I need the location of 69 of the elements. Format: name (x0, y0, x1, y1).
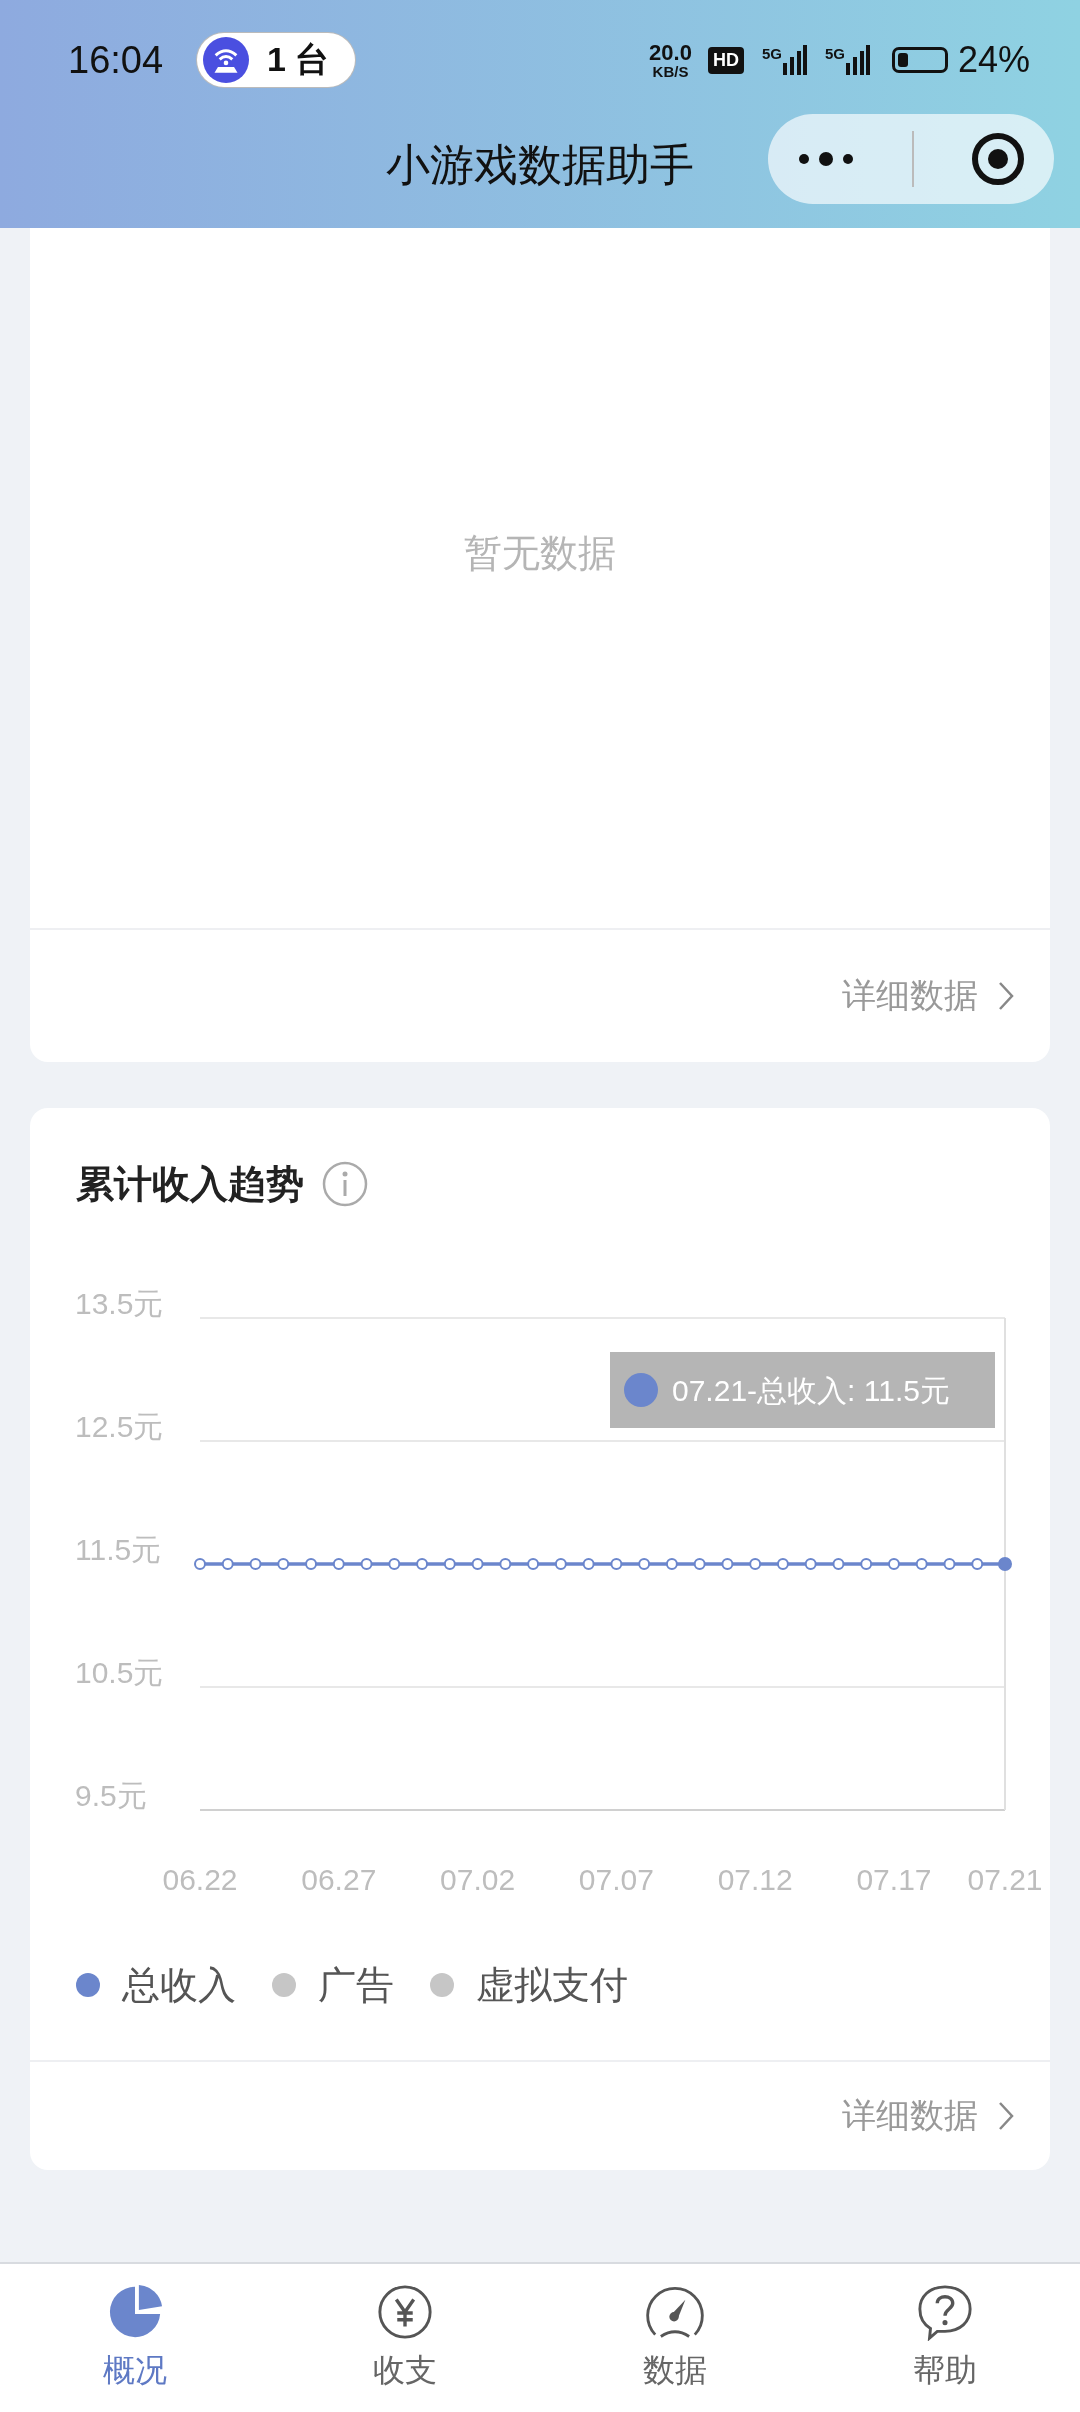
help-icon (916, 2283, 974, 2341)
data-point (776, 1558, 789, 1570)
data-point (943, 1558, 956, 1570)
data-point (887, 1558, 900, 1570)
x-axis-label: 07.21 (967, 1863, 1043, 1896)
data-point (499, 1558, 512, 1570)
legend-item[interactable]: 虚拟支付 (430, 1959, 628, 2011)
signal-indicator: 5G (761, 45, 807, 75)
status-time: 16:04 (68, 38, 164, 82)
hd-badge: HD (707, 46, 744, 74)
data-point (221, 1558, 234, 1570)
tab-item[interactable]: 帮助 (810, 2264, 1080, 2412)
signal-indicator: 5G (824, 45, 870, 75)
data-point (582, 1558, 595, 1570)
data-point (804, 1558, 817, 1570)
data-point (471, 1558, 484, 1570)
data-point (443, 1558, 456, 1570)
data-point (638, 1558, 651, 1570)
data-point (388, 1558, 401, 1570)
data-point (971, 1558, 984, 1570)
data-point (749, 1558, 762, 1570)
tab-item[interactable]: 概况 (0, 2264, 270, 2412)
x-axis-label: 06.22 (162, 1863, 238, 1896)
x-axis-label: 06.27 (301, 1863, 377, 1896)
router-icon (203, 37, 250, 83)
battery-icon (891, 47, 948, 73)
tab-item[interactable]: 数据 (540, 2264, 810, 2412)
y-axis-label: 9.5元 (75, 1779, 147, 1812)
legend-dot (76, 1973, 100, 1997)
data-point (332, 1558, 345, 1570)
chevron-icon (998, 2101, 1014, 2131)
data-point (194, 1558, 206, 1570)
yen-icon (376, 2283, 434, 2341)
annotation: 07.21-总收入: 11.5元 (672, 1374, 950, 1407)
data-point (249, 1558, 262, 1570)
data-point (665, 1558, 678, 1570)
data-point (915, 1558, 928, 1570)
empty-state-text: 暂无数据 (464, 530, 616, 576)
battery-percent: 24% (957, 39, 1030, 81)
data-point (277, 1558, 290, 1570)
more-icon[interactable] (796, 149, 856, 169)
device-pill[interactable]: 1 台 (197, 33, 356, 87)
data-point (998, 1557, 1012, 1571)
y-axis-label: 10.5元 (75, 1656, 164, 1689)
network-speed: 20.0 KB/S (649, 41, 692, 79)
data-point (832, 1558, 845, 1570)
legend-item[interactable]: 总收入 (76, 1959, 236, 2011)
data-point (610, 1558, 623, 1570)
y-axis-label: 11.5元 (75, 1533, 162, 1566)
data-point (360, 1558, 373, 1570)
x-axis-label: 07.12 (717, 1863, 793, 1896)
x-axis-label: 07.07 (578, 1863, 654, 1896)
y-axis-label: 12.5元 (75, 1410, 164, 1443)
chart-tooltip: 07.21-总收入: 11.5元 (610, 1352, 995, 1428)
data-point (416, 1558, 429, 1570)
data-point (305, 1558, 318, 1570)
legend-item[interactable]: 广告 (272, 1959, 394, 2011)
x-axis-label: 07.02 (440, 1863, 516, 1896)
card-title: 累计收入趋势 (76, 1161, 304, 1207)
x-axis-label: 07.17 (856, 1863, 932, 1896)
y-axis-label: 13.5元 (75, 1290, 164, 1320)
tab-item[interactable]: 收支 (270, 2264, 540, 2412)
data-point (860, 1558, 873, 1570)
data-point (527, 1558, 540, 1570)
data-point (693, 1558, 706, 1570)
data-point (721, 1558, 734, 1570)
page-title: 小游戏数据助手 (386, 138, 694, 191)
chevron-icon (998, 981, 1014, 1011)
data-point (554, 1558, 567, 1570)
